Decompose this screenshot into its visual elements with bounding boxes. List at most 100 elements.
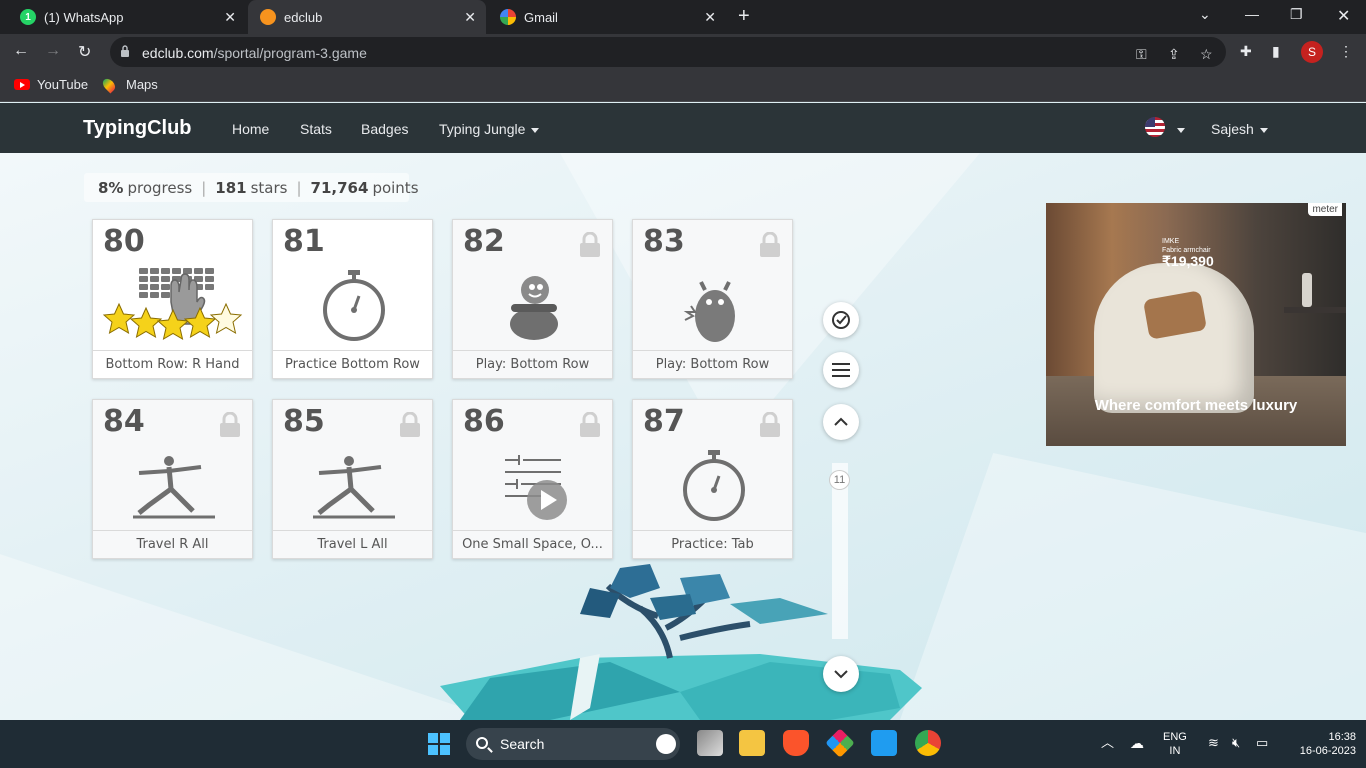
lesson-card-82[interactable]: 82 Play: Bottom Row (452, 219, 613, 379)
site-logo[interactable]: TypingClub (83, 117, 192, 140)
tab-search-chevron-icon[interactable]: ⌄ (1199, 6, 1211, 23)
lesson-number: 85 (283, 404, 325, 439)
windows-start-icon[interactable] (428, 733, 450, 755)
edclub-flame-icon (260, 9, 276, 25)
tray-chevron-up-icon[interactable]: ︿ (1101, 736, 1114, 750)
lesson-title: Practice: Tab (633, 530, 792, 558)
clock[interactable]: 16:38 16-06-2023 (1284, 730, 1356, 758)
maps-pin-icon (100, 76, 118, 93)
new-tab-icon[interactable]: + (738, 5, 750, 28)
progress-stats-bar: 8% progress | 181 stars | 71,764 points (84, 173, 419, 202)
menu-kebab-icon[interactable]: ⋮ (1339, 43, 1353, 60)
points-label: points (372, 178, 419, 197)
lock-icon (760, 412, 780, 437)
tab-title: (1) WhatsApp (44, 9, 124, 25)
tab-video-icon (453, 440, 614, 532)
file-explorer-icon[interactable] (739, 730, 765, 756)
side-panel-icon[interactable]: ▮ (1272, 43, 1280, 60)
search-icon (476, 737, 488, 749)
taskbar-search[interactable]: Search (466, 728, 680, 760)
bookmark-star-icon[interactable]: ☆ (1200, 46, 1213, 63)
chevron-down-icon (834, 670, 848, 679)
language-dropdown[interactable] (1171, 121, 1185, 137)
bookmark-label: Maps (126, 77, 158, 92)
language-indicator[interactable]: ENG IN (1163, 730, 1187, 758)
browser-tab-strip: 1 (1) WhatsApp ✕ edclub ✕ Gmail ✕ + ⌄ — … (0, 0, 1366, 34)
extensions-puzzle-icon[interactable]: ✚ (1240, 43, 1252, 60)
chevron-up-icon (834, 417, 848, 426)
lock-icon (580, 412, 600, 437)
lesson-card-84[interactable]: 84 Travel R All (92, 399, 253, 559)
bookmark-maps[interactable]: Maps (100, 76, 158, 93)
star-icon (129, 306, 163, 339)
lesson-card-81[interactable]: 81 Practice Bottom Row (272, 219, 433, 379)
lesson-title: Bottom Row: R Hand (93, 350, 252, 378)
close-tab-icon[interactable]: ✕ (704, 9, 716, 26)
lock-icon (580, 232, 600, 257)
address-bar[interactable]: edclub.com/sportal/program-3.game ⚿ ⇪ ☆ (110, 37, 1226, 67)
star-icon (183, 306, 217, 339)
completed-check-button[interactable] (823, 302, 859, 338)
us-flag-icon[interactable] (1145, 117, 1165, 137)
lesson-card-87[interactable]: 87 Practice: Tab (632, 399, 793, 559)
back-arrow-icon[interactable]: ← (13, 42, 29, 60)
volume-muted-icon[interactable]: 🔇︎ (1232, 736, 1240, 750)
star-icon (156, 308, 190, 341)
advertisement-banner[interactable]: meter IMKE Fabric armchair ₹19,390 Where … (1046, 203, 1346, 446)
game-monster-icon (633, 260, 794, 352)
lesson-card-85[interactable]: 85 Travel L All (272, 399, 433, 559)
key-icon[interactable]: ⚿ (1136, 46, 1147, 63)
lesson-number: 86 (463, 404, 505, 439)
tab-whatsapp[interactable]: 1 (1) WhatsApp ✕ (8, 0, 246, 34)
menu-list-button[interactable] (823, 352, 859, 388)
vase-image (1302, 273, 1312, 307)
yoga-pose-icon (93, 440, 254, 532)
lesson-card-86[interactable]: 86 One Small Space, O... (452, 399, 613, 559)
tab-gmail[interactable]: Gmail ✕ (488, 0, 726, 34)
stopwatch-icon (273, 260, 434, 352)
reload-icon[interactable]: ↻ (78, 42, 91, 62)
bookmark-youtube[interactable]: YouTube (14, 77, 88, 92)
scroll-down-button[interactable] (823, 656, 859, 692)
wifi-icon[interactable]: ≋ (1208, 736, 1219, 750)
task-view-icon[interactable] (697, 730, 723, 756)
nav-stats[interactable]: Stats (300, 121, 332, 137)
chrome-icon[interactable] (915, 730, 941, 756)
battery-icon[interactable]: ▭ (1256, 736, 1268, 750)
cloud-icon[interactable]: ☁ (1130, 736, 1144, 750)
ad-tagline: Where comfort meets luxury (1094, 397, 1298, 414)
close-tab-icon[interactable]: ✕ (464, 9, 476, 26)
points-value: 71,764 (310, 178, 369, 197)
user-menu[interactable]: Sajesh (1211, 121, 1268, 137)
chevron-down-icon (1259, 127, 1268, 133)
side-table-image (1284, 307, 1346, 313)
nav-home[interactable]: Home (232, 121, 269, 137)
close-window-icon[interactable]: ✕ (1337, 6, 1350, 26)
hamburger-menu-icon (832, 363, 850, 377)
profile-avatar[interactable]: S (1301, 41, 1323, 63)
scroll-position-indicator[interactable]: 11 (829, 470, 850, 490)
lesson-number: 81 (283, 224, 325, 259)
minimize-icon[interactable]: — (1245, 6, 1259, 22)
close-tab-icon[interactable]: ✕ (224, 9, 236, 26)
lesson-title: Practice Bottom Row (273, 350, 432, 378)
ad-brand[interactable]: meter (1308, 203, 1342, 216)
stars-label: stars (250, 178, 288, 197)
lesson-number: 80 (103, 224, 145, 259)
lesson-card-83[interactable]: 83 Play: Bottom Row (632, 219, 793, 379)
nav-typing-jungle[interactable]: Typing Jungle (439, 121, 540, 137)
tab-edclub[interactable]: edclub ✕ (248, 0, 486, 34)
google-icon (500, 9, 516, 25)
brave-browser-icon[interactable] (783, 730, 809, 756)
share-icon[interactable]: ⇪ (1168, 46, 1180, 63)
scroll-up-button[interactable] (823, 404, 859, 440)
armchair-image (1094, 263, 1254, 413)
restore-icon[interactable]: ❐ (1290, 6, 1303, 23)
forward-arrow-icon[interactable]: → (45, 42, 61, 60)
lesson-title: Travel L All (273, 530, 432, 558)
nav-badges[interactable]: Badges (361, 121, 408, 137)
lesson-card-80[interactable]: 80 Bottom Row: R Hand (92, 219, 253, 379)
bookmark-label: YouTube (37, 77, 89, 92)
vscode-icon[interactable] (871, 730, 897, 756)
app-diamond-icon[interactable] (825, 728, 855, 758)
